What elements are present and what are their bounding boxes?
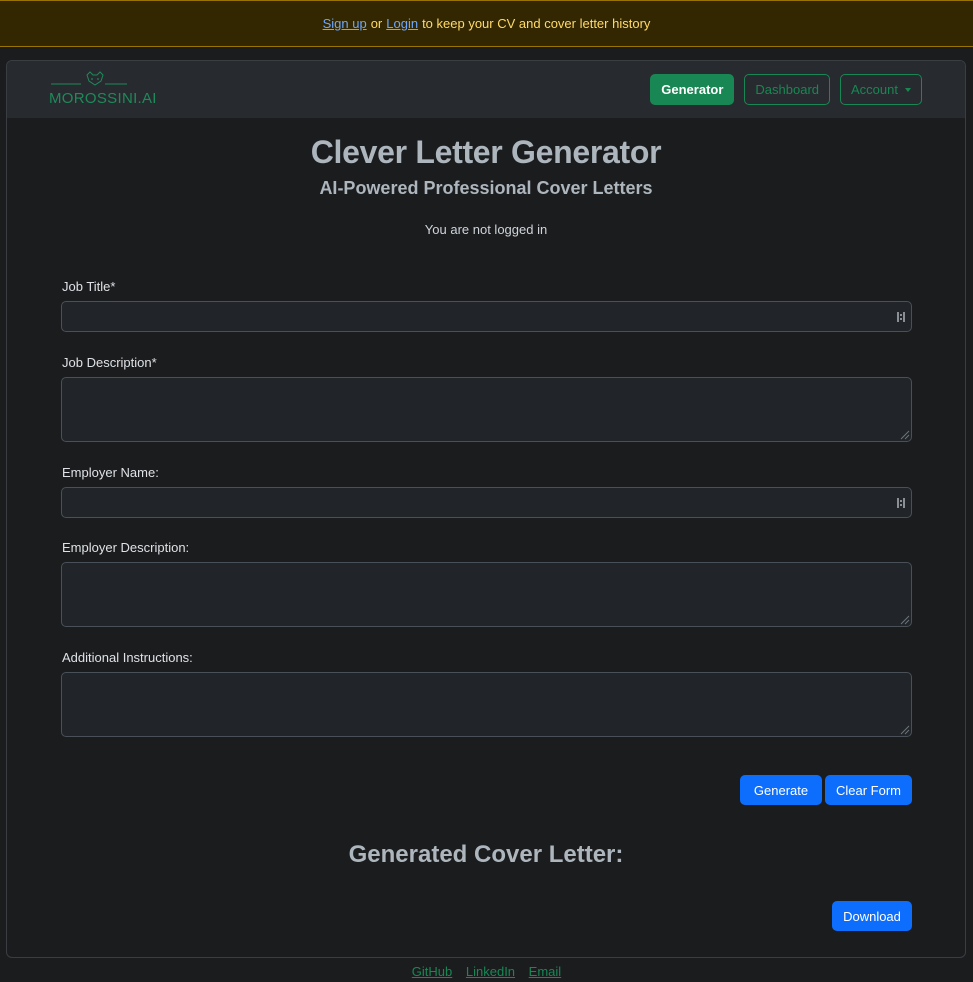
dashboard-nav-button[interactable]: Dashboard: [744, 74, 831, 105]
logo[interactable]: MOROSSINI.AI: [49, 71, 156, 109]
page-title: Clever Letter Generator: [310, 134, 662, 170]
generate-button[interactable]: Generate: [740, 775, 822, 805]
job-description-textarea[interactable]: [61, 377, 912, 442]
additional-instructions-textarea[interactable]: [61, 672, 912, 737]
job-title-input[interactable]: [61, 301, 912, 332]
account-dropdown-button[interactable]: Account: [840, 74, 922, 105]
footer: GitHub LinkedIn Email: [0, 964, 973, 979]
resize-grip-icon[interactable]: [899, 429, 910, 440]
chevron-down-icon: [905, 87, 911, 92]
employer-name-label: Employer Name:: [62, 465, 159, 480]
employer-name-input[interactable]: [61, 487, 912, 518]
nav-buttons: Generator Dashboard Account: [650, 74, 922, 105]
login-status-text: You are not logged in: [424, 222, 548, 237]
fox-logo-icon: [51, 71, 127, 86]
job-description-label: Job Description*: [62, 355, 157, 370]
logo-text: MOROSSINI.AI: [49, 90, 157, 107]
resize-grip-icon[interactable]: [899, 614, 910, 625]
github-link[interactable]: GitHub: [412, 964, 452, 979]
autofill-icon[interactable]: [897, 311, 907, 323]
generator-nav-button[interactable]: Generator: [650, 74, 735, 105]
download-button[interactable]: Download: [832, 901, 912, 931]
resize-grip-icon[interactable]: [899, 724, 910, 735]
autofill-icon[interactable]: [897, 497, 907, 509]
employer-description-textarea[interactable]: [61, 562, 912, 627]
linkedin-link[interactable]: LinkedIn: [466, 964, 515, 979]
account-label: Account: [851, 82, 898, 97]
additional-instructions-label: Additional Instructions:: [62, 650, 193, 665]
navbar: MOROSSINI.AI Generator Dashboard Account: [7, 61, 965, 118]
login-link[interactable]: Login: [386, 16, 418, 31]
email-link[interactable]: Email: [529, 964, 562, 979]
signup-link[interactable]: Sign up: [323, 16, 367, 31]
employer-description-label: Employer Description:: [62, 540, 190, 555]
banner-or-text: or: [370, 16, 383, 31]
generated-letter-title: Generated Cover Letter:: [348, 841, 624, 868]
main-card: MOROSSINI.AI Generator Dashboard Account…: [6, 60, 966, 958]
banner-message: to keep your CV and cover letter history: [422, 16, 651, 31]
login-banner: Sign up or Login to keep your CV and cov…: [0, 0, 973, 47]
clear-form-button[interactable]: Clear Form: [825, 775, 912, 805]
page-subtitle: AI-Powered Professional Cover Letters: [319, 178, 653, 198]
job-title-label: Job Title*: [62, 279, 116, 294]
